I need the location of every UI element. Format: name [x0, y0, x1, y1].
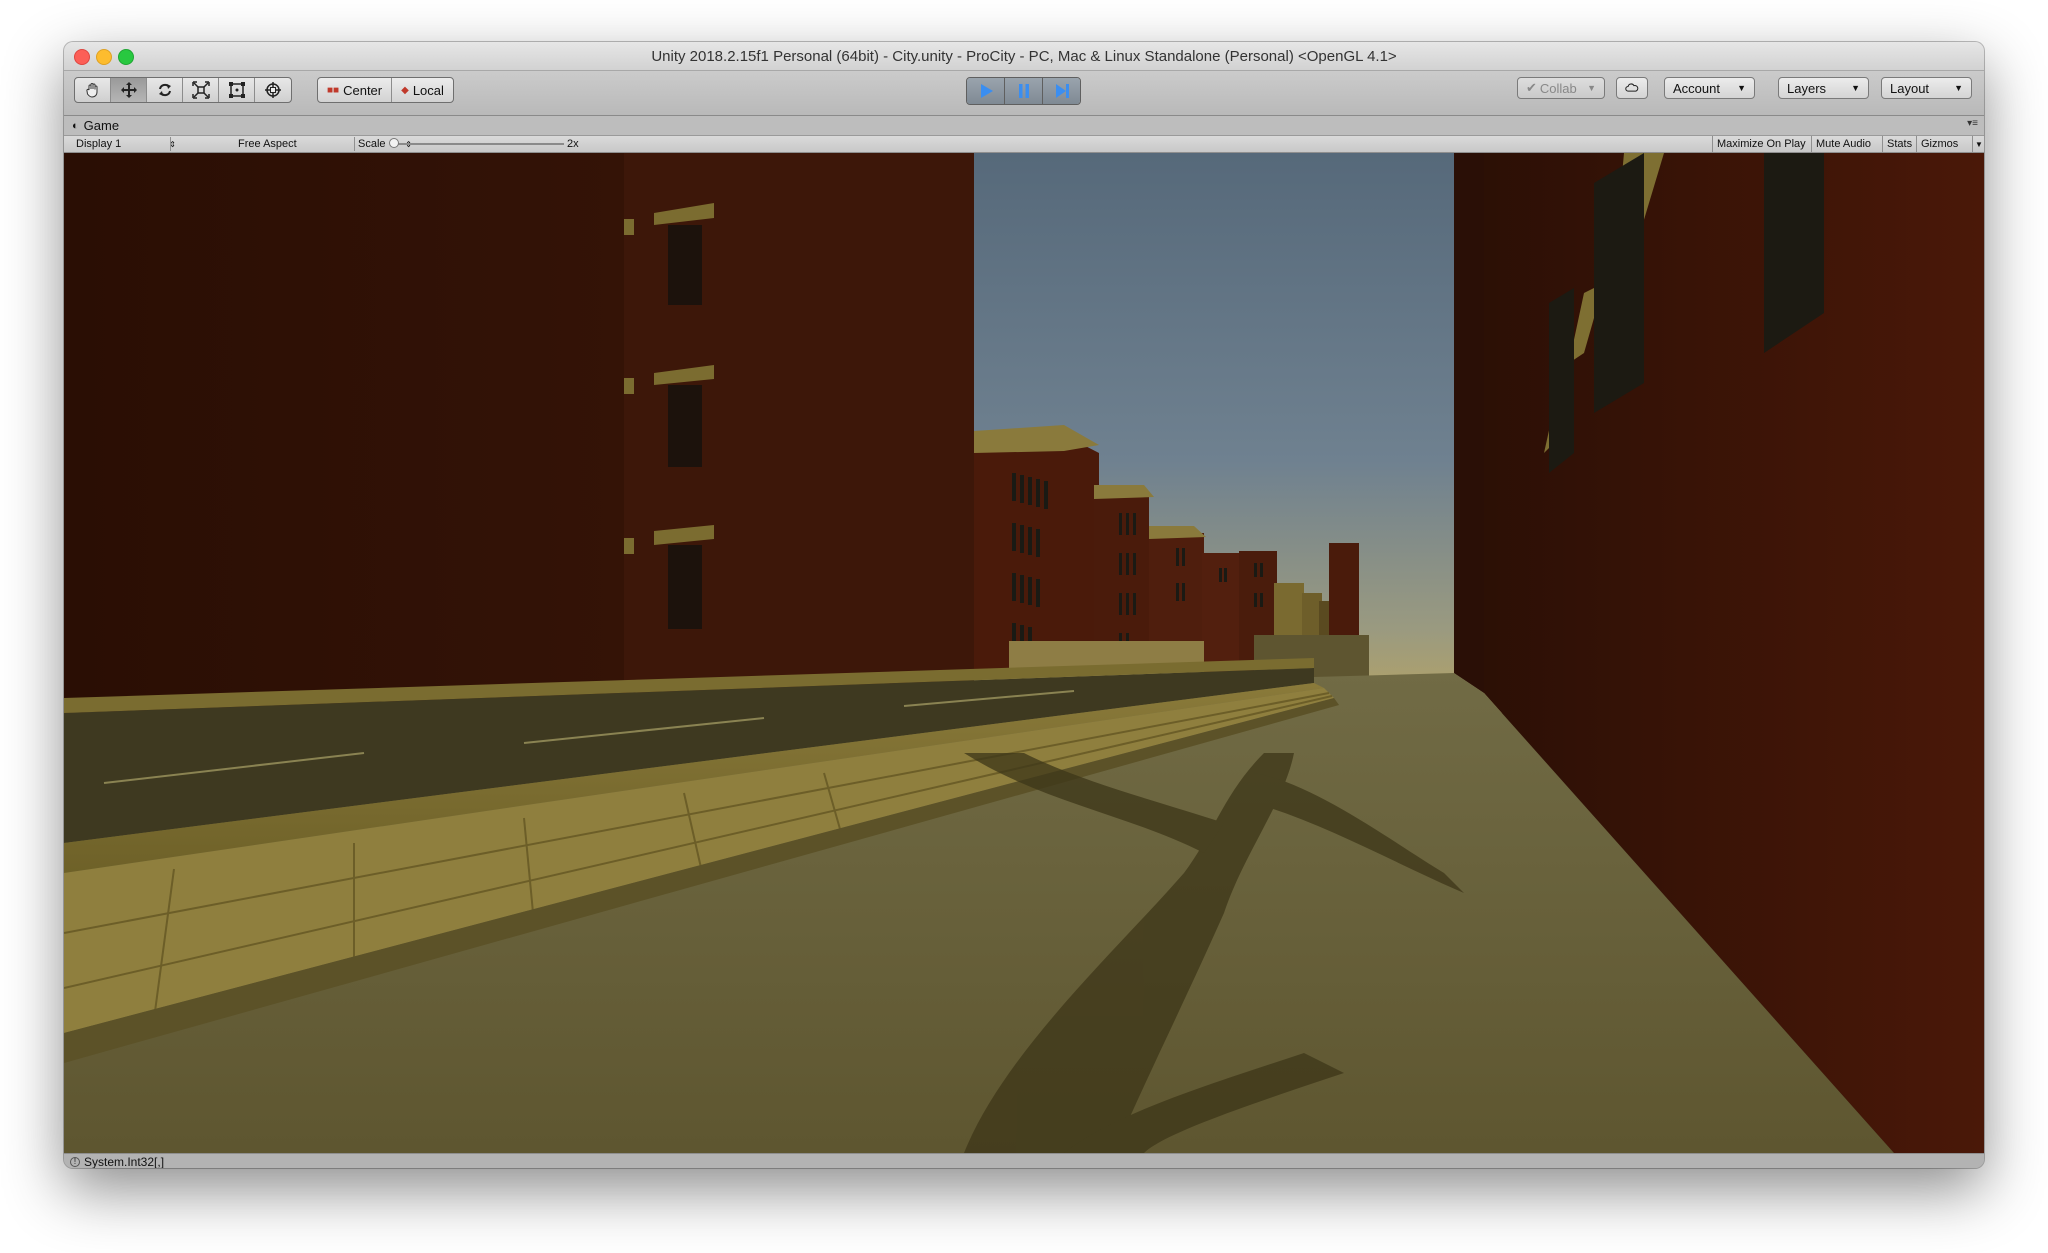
scale-slider-thumb[interactable]: [389, 138, 399, 148]
panel-menu-icon[interactable]: ▾≡: [1967, 118, 1978, 129]
game-tab-label: Game: [83, 118, 120, 133]
play-icon: [980, 84, 993, 98]
step-button[interactable]: [1043, 78, 1080, 104]
maximize-on-play-toggle[interactable]: Maximize On Play: [1712, 136, 1810, 152]
chevron-down-icon: ▼: [1975, 139, 1983, 149]
gizmos-dropdown[interactable]: ▼: [1972, 136, 1984, 152]
cloud-button[interactable]: [1616, 77, 1648, 99]
play-button[interactable]: [967, 78, 1005, 104]
aspect-label: Free Aspect: [238, 138, 297, 150]
move-tool-button[interactable]: [111, 78, 147, 102]
playback-controls: [966, 77, 1081, 105]
transform-tools: [74, 77, 292, 103]
transform-icon: [265, 82, 281, 98]
step-icon: [1055, 84, 1069, 98]
panel-tab-bar: ◐ Game ▾≡: [64, 116, 1984, 136]
stats-label: Stats: [1887, 138, 1913, 150]
scale-icon: [191, 81, 210, 99]
divider: [354, 137, 355, 151]
mute-audio-toggle[interactable]: Mute Audio: [1811, 136, 1875, 152]
city-street-render: [64, 153, 1984, 1153]
game-viewport[interactable]: [64, 153, 1984, 1153]
cloud-icon: [1625, 83, 1639, 92]
pause-icon: [1018, 84, 1029, 98]
rotate-tool-button[interactable]: [147, 78, 183, 102]
left-building-windows: [668, 225, 702, 629]
scale-slider-track[interactable]: [394, 143, 564, 145]
scale-value: 2x: [567, 138, 579, 150]
mute-label: Mute Audio: [1816, 138, 1872, 150]
game-view-toolbar: Display 1 ⇕ Free Aspect ⇕ Scale 2x Maxim…: [64, 136, 1984, 153]
pivot-space-button[interactable]: ◆ Local: [392, 78, 453, 102]
divider: [170, 137, 171, 151]
local-space-icon: ◆: [401, 84, 409, 96]
status-message: System.Int32[,]: [84, 1154, 165, 1169]
checkmark-icon: ✔: [1526, 80, 1537, 95]
account-label: Account: [1673, 80, 1720, 96]
pivot-center-icon: ■■: [327, 84, 340, 96]
layers-dropdown[interactable]: Layers ▼: [1778, 77, 1869, 99]
chevron-down-icon: ▼: [1851, 83, 1860, 93]
game-view-icon: ◐: [72, 119, 79, 132]
unity-editor-window: Unity 2018.2.15f1 Personal (64bit) - Cit…: [64, 42, 1984, 1168]
pivot-toggles: ■■ Center ◆ Local: [317, 77, 454, 103]
window-title: Unity 2018.2.15f1 Personal (64bit) - Cit…: [651, 48, 1397, 65]
rect-tool-button[interactable]: [219, 78, 255, 102]
console-status-bar[interactable]: ! System.Int32[,]: [64, 1153, 1984, 1168]
hand-tool-button[interactable]: [75, 78, 111, 102]
scale-label: Scale: [358, 138, 386, 150]
hand-icon: [85, 83, 97, 98]
stats-toggle[interactable]: Stats: [1882, 136, 1916, 152]
chevron-down-icon: ▼: [1737, 83, 1746, 93]
pivot-mode-label: Center: [343, 82, 383, 98]
display-label: Display 1: [76, 138, 122, 150]
pivot-space-label: Local: [412, 82, 444, 98]
rect-transform-icon: [228, 82, 245, 98]
gizmos-toggle[interactable]: Gizmos: [1916, 136, 1972, 152]
scale-tool-button[interactable]: [183, 78, 219, 102]
account-dropdown[interactable]: Account ▼: [1664, 77, 1755, 99]
main-toolbar: ■■ Center ◆ Local ✔ Collab ▼ Account ▼ L…: [64, 71, 1984, 116]
gizmos-label: Gizmos: [1921, 138, 1959, 150]
pivot-mode-button[interactable]: ■■ Center: [318, 78, 393, 102]
info-icon: !: [70, 1156, 80, 1167]
layout-dropdown[interactable]: Layout ▼: [1881, 77, 1972, 99]
chevron-down-icon: ▼: [1954, 83, 1963, 93]
display-dropdown[interactable]: Display 1 ⇕: [76, 136, 176, 152]
transform-tool-button[interactable]: [255, 78, 291, 102]
layout-label: Layout: [1890, 80, 1930, 96]
rotate-icon: [158, 83, 171, 97]
layers-label: Layers: [1787, 80, 1827, 96]
pause-button[interactable]: [1005, 78, 1043, 104]
maximize-label: Maximize On Play: [1717, 138, 1806, 150]
tab-game[interactable]: ◐ Game: [72, 116, 119, 135]
chevron-down-icon: ▼: [1587, 83, 1596, 93]
title-bar: Unity 2018.2.15f1 Personal (64bit) - Cit…: [64, 42, 1984, 71]
collab-dropdown[interactable]: ✔ Collab ▼: [1517, 77, 1605, 99]
move-icon: [120, 82, 137, 98]
collab-label: Collab: [1539, 80, 1577, 96]
